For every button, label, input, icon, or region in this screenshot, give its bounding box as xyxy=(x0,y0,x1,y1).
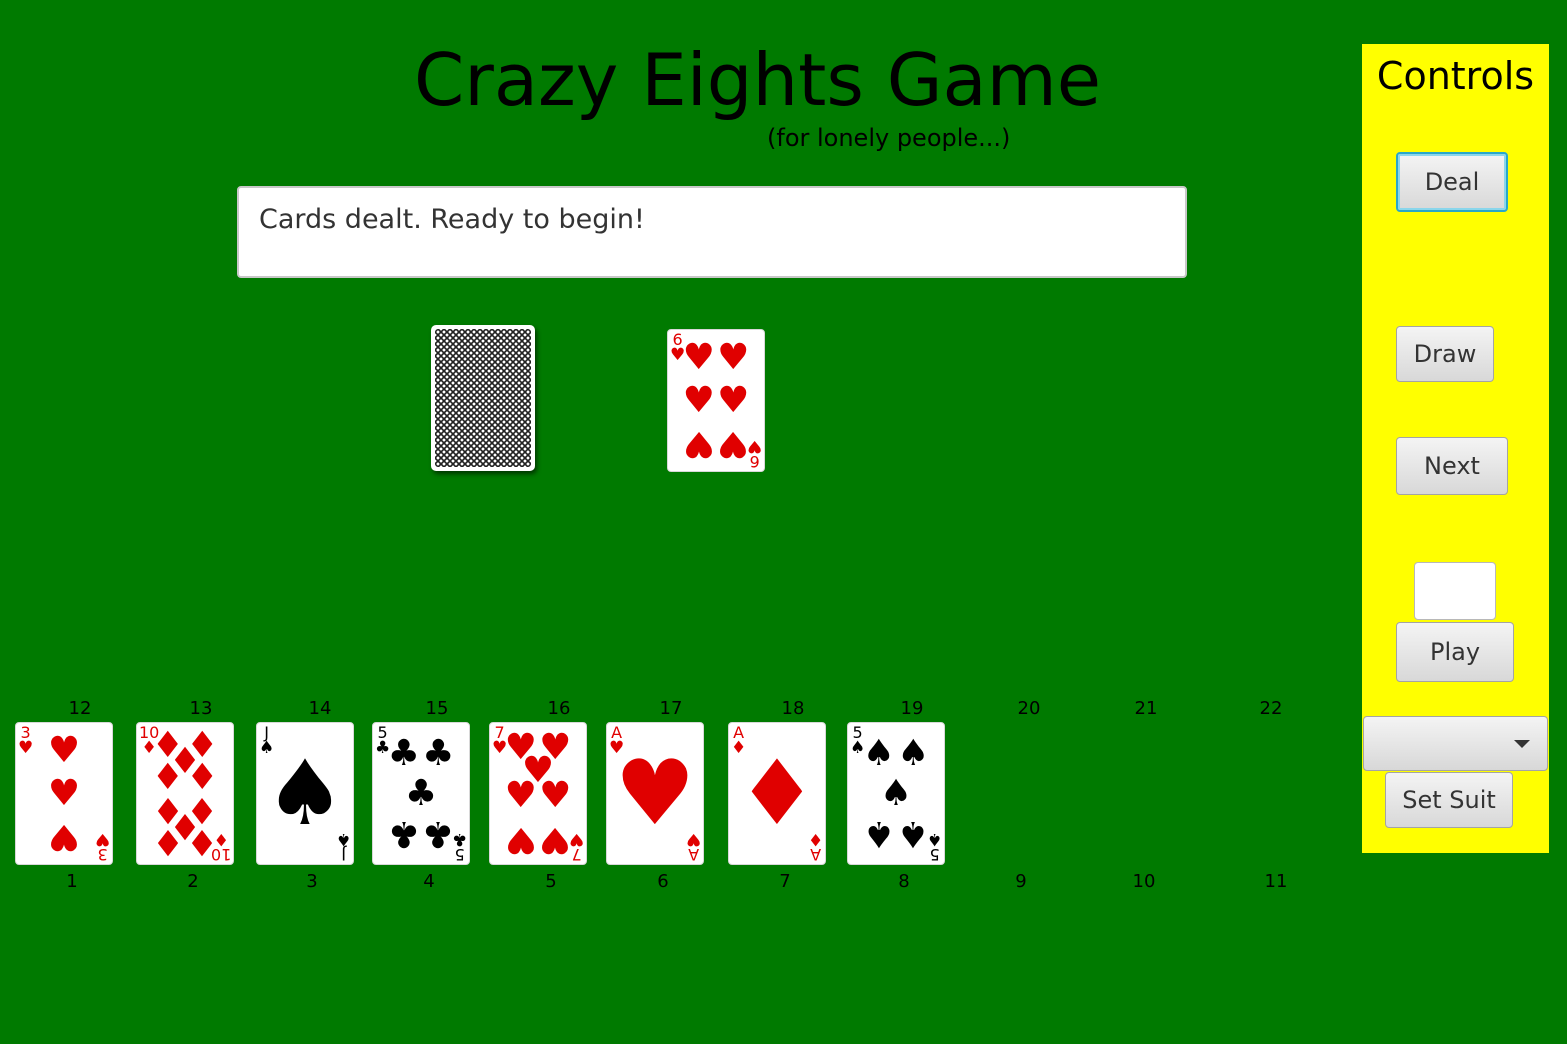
hand-card-4[interactable]: 5 ♣ 5 ♣ ♣ ♣ ♣ ♣ ♣ xyxy=(372,722,470,865)
clubs-icon: ♣ xyxy=(387,733,420,775)
hand-card-2[interactable]: 10 ♦ 10 ♦ ♦ ♦ ♦ ♦ ♦ ♦ ♦ ♦ ♦ ♦ xyxy=(136,722,234,865)
hand-card-7[interactable]: A ♦ A ♦ ♦ xyxy=(728,722,826,865)
hearts-icon: ♥ xyxy=(47,815,81,857)
hand-card-1[interactable]: 3 ♥ 3 ♥ ♥ ♥ ♥ xyxy=(15,722,113,865)
hearts-icon: ♥ xyxy=(682,379,715,421)
hearts-icon: ♥ xyxy=(18,738,34,758)
spades-icon: ♠ xyxy=(897,812,930,854)
slot-label-top: 20 xyxy=(1017,698,1041,719)
hearts-icon: ♥ xyxy=(717,422,750,464)
slot-label-bottom: 2 xyxy=(187,871,199,892)
slot-label-top: 16 xyxy=(547,698,571,719)
hearts-icon: ♥ xyxy=(504,775,537,817)
slot-label-bottom: 3 xyxy=(306,871,318,892)
hand-card-5[interactable]: 7 ♥ 7 ♥ ♥ ♥ ♥ ♥ ♥ ♥ ♥ xyxy=(489,722,587,865)
hearts-icon: ♥ xyxy=(614,740,696,846)
slot-label-top: 22 xyxy=(1259,698,1283,719)
slot-label-top: 14 xyxy=(308,698,332,719)
card-corner-tl: 3 ♥ xyxy=(18,725,33,757)
slot-label-top: 15 xyxy=(425,698,449,719)
diamonds-icon: ♦ xyxy=(736,740,818,846)
slot-label-bottom: 5 xyxy=(545,871,557,892)
hearts-icon: ♥ xyxy=(47,772,81,814)
hand-card-6[interactable]: A ♥ A ♥ ♥ xyxy=(606,722,704,865)
hand-card-8[interactable]: 5 ♠ 5 ♠ ♠ ♠ ♠ ♠ ♠ xyxy=(847,722,945,865)
slot-label-top: 17 xyxy=(659,698,683,719)
set-suit-button[interactable]: Set Suit xyxy=(1385,772,1513,828)
card-back-pattern xyxy=(435,329,531,467)
diamonds-icon: ♦ xyxy=(186,821,219,863)
spades-icon: ♠ xyxy=(897,733,930,775)
hand-card-3[interactable]: J ♠ J ♠ ♠ xyxy=(256,722,354,865)
page-subtitle: (for lonely people...) xyxy=(767,124,1011,152)
slot-label-bottom: 6 xyxy=(657,871,669,892)
message-text: Cards dealt. Ready to begin! xyxy=(259,204,645,235)
controls-title: Controls xyxy=(1376,54,1535,98)
chevron-down-icon xyxy=(1514,740,1530,748)
diamonds-icon: ♦ xyxy=(151,821,184,863)
spades-icon: ♠ xyxy=(264,740,346,846)
spades-icon: ♠ xyxy=(862,812,895,854)
draw-pile[interactable] xyxy=(431,325,535,471)
slot-label-bottom: 1 xyxy=(66,871,78,892)
hearts-icon: ♥ xyxy=(47,730,81,772)
hearts-icon: ♥ xyxy=(539,775,572,817)
message-box: Cards dealt. Ready to begin! xyxy=(237,186,1187,278)
slot-label-bottom: 10 xyxy=(1132,871,1156,892)
slot-label-top: 19 xyxy=(900,698,924,719)
hearts-icon: ♥ xyxy=(539,818,572,860)
spades-icon: ♠ xyxy=(879,772,913,814)
slot-label-bottom: 7 xyxy=(779,871,791,892)
play-button[interactable]: Play xyxy=(1396,622,1514,682)
hearts-icon: ♥ xyxy=(504,818,537,860)
card-corner-br: 3 ♥ xyxy=(94,829,110,864)
slot-label-top: 13 xyxy=(189,698,213,719)
hearts-icon: ♥ xyxy=(94,829,110,849)
clubs-icon: ♣ xyxy=(387,812,420,854)
slot-label-bottom: 4 xyxy=(423,871,435,892)
discard-pile-top-card: 6 ♥ 6 ♥ ♥ ♥ ♥ ♥ ♥ ♥ xyxy=(667,329,765,472)
controls-panel: Controls Deal Draw Next Play Set Suit xyxy=(1362,44,1549,853)
slot-label-bottom: 11 xyxy=(1264,871,1288,892)
slot-label-bottom: 8 xyxy=(898,871,910,892)
clubs-icon: ♣ xyxy=(422,812,455,854)
clubs-icon: ♣ xyxy=(422,733,455,775)
deal-button[interactable]: Deal xyxy=(1396,152,1508,212)
card-number-input[interactable] xyxy=(1414,562,1496,620)
hearts-icon: ♥ xyxy=(682,422,715,464)
draw-button[interactable]: Draw xyxy=(1396,326,1494,382)
hearts-icon: ♥ xyxy=(717,337,750,379)
slot-label-top: 21 xyxy=(1134,698,1158,719)
slot-label-bottom: 9 xyxy=(1015,871,1027,892)
clubs-icon: ♣ xyxy=(404,772,438,814)
next-button[interactable]: Next xyxy=(1396,437,1508,495)
page-title: Crazy Eights Game xyxy=(414,38,1102,122)
suit-select[interactable] xyxy=(1363,716,1548,771)
hearts-icon: ♥ xyxy=(682,337,715,379)
slot-label-top: 12 xyxy=(68,698,92,719)
slot-label-top: 18 xyxy=(781,698,805,719)
spades-icon: ♠ xyxy=(862,733,895,775)
hearts-icon: ♥ xyxy=(717,379,750,421)
